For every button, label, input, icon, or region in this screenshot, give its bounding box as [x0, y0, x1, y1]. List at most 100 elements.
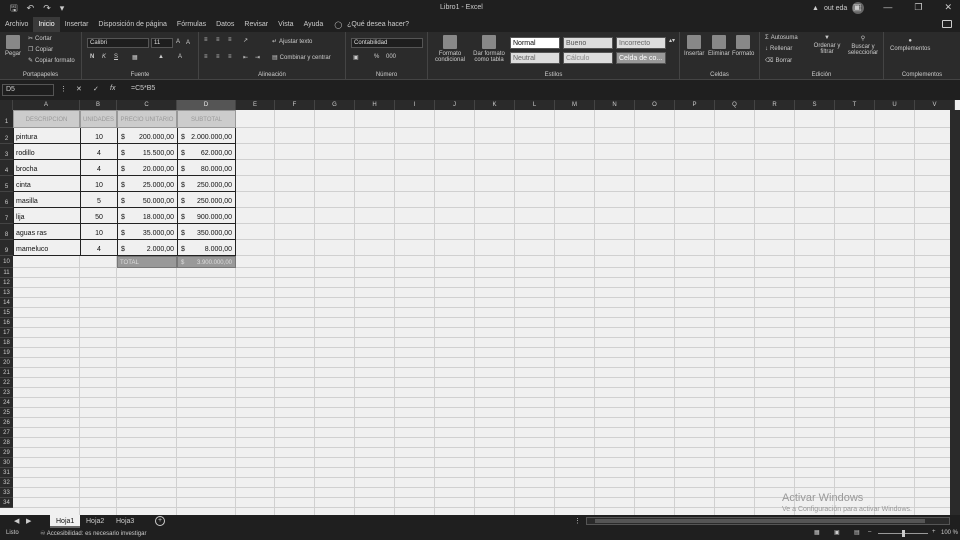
align-center-icon[interactable]: ≡ — [216, 54, 220, 60]
prev-sheet-icon[interactable]: ◀ — [14, 517, 19, 525]
font-name-select[interactable]: Calibri — [87, 38, 149, 48]
column-header-g[interactable]: G — [315, 100, 355, 110]
column-header-o[interactable]: O — [635, 100, 675, 110]
column-header-k[interactable]: K — [475, 100, 515, 110]
row-header-20[interactable]: 20 — [0, 358, 13, 368]
style-calculo[interactable]: Cálculo — [563, 52, 613, 64]
border-icon[interactable]: ▦ — [132, 54, 138, 61]
cell-subtotal[interactable]: $8.000,00 — [177, 240, 236, 256]
cell-units[interactable]: 10 — [80, 224, 117, 240]
accessibility-status[interactable]: ♾ Accesibilidad: es necesario investigar — [40, 530, 146, 537]
row-header-34[interactable]: 34 — [0, 498, 13, 508]
column-header-q[interactable]: Q — [715, 100, 755, 110]
horizontal-scrollbar[interactable] — [586, 517, 950, 525]
row-header-3[interactable]: 3 — [0, 144, 13, 160]
column-header-d[interactable]: D — [177, 100, 236, 110]
row-header-33[interactable]: 33 — [0, 488, 13, 498]
normal-view-icon[interactable]: ▦ — [814, 529, 820, 536]
column-header-n[interactable]: N — [595, 100, 635, 110]
row-header-13[interactable]: 13 — [0, 288, 13, 298]
cell-description[interactable]: masilla — [13, 192, 80, 208]
table-header-1[interactable]: DESCRIPCION — [13, 110, 80, 128]
align-bottom-icon[interactable]: ≡ — [228, 37, 232, 43]
function-icon[interactable]: fx — [110, 85, 115, 92]
cell-unit-price[interactable]: $50.000,00 — [117, 192, 177, 208]
column-header-b[interactable]: B — [80, 100, 117, 110]
column-header-c[interactable]: C — [117, 100, 177, 110]
cell-unit-price[interactable]: $25.000,00 — [117, 176, 177, 192]
total-value[interactable]: $3.900.000,00 — [177, 256, 236, 268]
wrap-text-button[interactable]: ↵ Ajustar texto — [272, 38, 312, 46]
cell-description[interactable]: brocha — [13, 160, 80, 176]
zoom-slider-thumb[interactable] — [902, 530, 905, 537]
cell-subtotal[interactable]: $350.000,00 — [177, 224, 236, 240]
row-header-16[interactable]: 16 — [0, 318, 13, 328]
row-header-2[interactable]: 2 — [0, 128, 13, 144]
style-celda[interactable]: Celda de co... — [616, 52, 666, 64]
row-header-14[interactable]: 14 — [0, 298, 13, 308]
column-header-v[interactable]: V — [915, 100, 955, 110]
style-incorrecto[interactable]: Incorrecto — [616, 37, 666, 49]
row-header-24[interactable]: 24 — [0, 398, 13, 408]
row-header-10[interactable]: 10 — [0, 256, 13, 268]
undo-icon[interactable]: ↶ — [27, 3, 35, 14]
table-header-4[interactable]: SUBTOTAL — [177, 110, 236, 128]
fill-button[interactable]: ↓ Rellenar — [765, 46, 792, 52]
cell-units[interactable]: 50 — [80, 208, 117, 224]
align-top-icon[interactable]: ≡ — [204, 37, 208, 43]
select-all-corner[interactable] — [0, 100, 13, 110]
cell-subtotal[interactable]: $80.000,00 — [177, 160, 236, 176]
tab-formulas[interactable]: Fórmulas — [172, 17, 211, 32]
cell-subtotal[interactable]: $900.000,00 — [177, 208, 236, 224]
tab-ayuda[interactable]: Ayuda — [299, 17, 329, 32]
tell-me-search[interactable]: ◯ ¿Qué desea hacer? — [334, 21, 409, 29]
cell-unit-price[interactable]: $20.000,00 — [117, 160, 177, 176]
styles-scroll[interactable]: ▴▾ — [669, 37, 675, 44]
formula-menu-icon[interactable]: ⋮ — [60, 85, 67, 93]
tab-vista[interactable]: Vista — [273, 17, 298, 32]
cell-subtotal[interactable]: $250.000,00 — [177, 176, 236, 192]
font-color-icon[interactable]: A — [178, 54, 182, 60]
cell-description[interactable]: mameluco — [13, 240, 80, 256]
tab-split-icon[interactable]: ⋮ — [574, 517, 581, 525]
row-header-11[interactable]: 11 — [0, 268, 13, 278]
style-normal[interactable]: Normal — [510, 37, 560, 49]
vertical-scrollbar[interactable] — [950, 110, 960, 515]
column-header-l[interactable]: L — [515, 100, 555, 110]
cut-button[interactable]: ✂ Cortar — [28, 35, 52, 43]
column-header-u[interactable]: U — [875, 100, 915, 110]
row-header-4[interactable]: 4 — [0, 160, 13, 176]
autosum-button[interactable]: Σ Autosuma — [765, 35, 798, 41]
format-as-table-button[interactable]: Dar formato como tabla — [470, 35, 508, 63]
format-cells-button[interactable]: Formato — [732, 35, 754, 57]
redo-icon[interactable]: ↷ — [43, 3, 51, 14]
maximize-icon[interactable]: ❐ — [914, 2, 922, 13]
column-header-r[interactable]: R — [755, 100, 795, 110]
insert-cells-button[interactable]: Insertar — [684, 35, 704, 57]
cell-description[interactable]: lija — [13, 208, 80, 224]
delete-cells-button[interactable]: Eliminar — [708, 35, 730, 57]
add-sheet-icon[interactable]: + — [155, 516, 165, 526]
increase-indent-icon[interactable]: ⇥ — [255, 54, 260, 61]
row-header-22[interactable]: 22 — [0, 378, 13, 388]
cell-description[interactable]: pintura — [13, 128, 80, 144]
cell-description[interactable]: aguas ras — [13, 224, 80, 240]
number-format-select[interactable]: Contabilidad — [351, 38, 423, 48]
cell-units[interactable]: 4 — [80, 240, 117, 256]
row-header-9[interactable]: 9 — [0, 240, 13, 256]
zoom-out-icon[interactable]: – — [868, 529, 871, 535]
cell-subtotal[interactable]: $250.000,00 — [177, 192, 236, 208]
cell-unit-price[interactable]: $35.000,00 — [117, 224, 177, 240]
cell-unit-price[interactable]: $200.000,00 — [117, 128, 177, 144]
cell-unit-price[interactable]: $2.000,00 — [117, 240, 177, 256]
next-sheet-icon[interactable]: ▶ — [26, 517, 31, 525]
find-select-button[interactable]: ⚲ Buscar y seleccionar — [846, 35, 880, 56]
page-layout-icon[interactable]: ▣ — [834, 529, 840, 536]
table-header-2[interactable]: UNIDADES — [80, 110, 117, 128]
style-neutral[interactable]: Neutral — [510, 52, 560, 64]
cell-subtotal[interactable]: $2.000.000,00 — [177, 128, 236, 144]
sheet-tab-hoja1[interactable]: Hoja1 — [50, 515, 81, 528]
copy-button[interactable]: ❐ Copiar — [28, 46, 53, 54]
row-header-7[interactable]: 7 — [0, 208, 13, 224]
minimize-icon[interactable]: — — [883, 2, 892, 13]
